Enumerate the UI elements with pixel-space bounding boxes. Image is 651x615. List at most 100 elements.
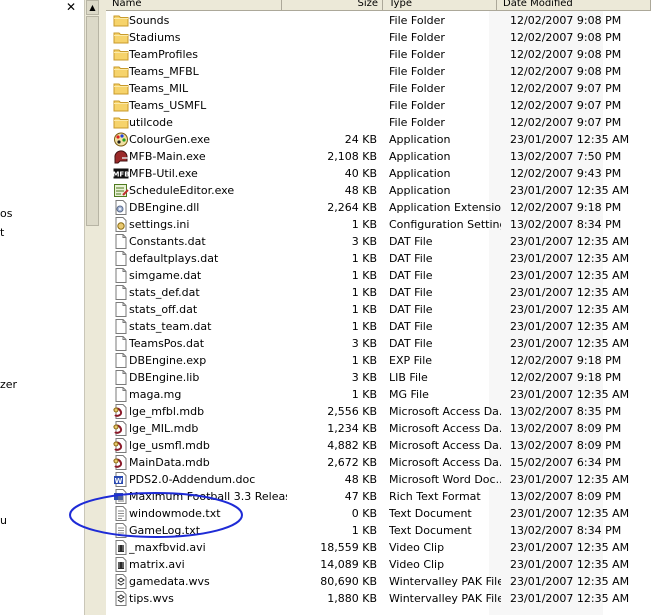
file-row[interactable]: DBEngine.dll 2,264 KB Application Extensio…	[106, 199, 651, 216]
column-header-name[interactable]: Name	[106, 0, 282, 10]
tree-item-fragment[interactable]: u	[0, 514, 7, 527]
tree-item-fragment[interactable]: os	[0, 207, 12, 220]
file-name[interactable]: Constants.dat	[129, 233, 287, 250]
file-name[interactable]: DBEngine.dll	[129, 199, 287, 216]
file-row[interactable]: GameLog.txt 1 KB Text Document 13/02/2007 8…	[106, 522, 651, 539]
file-row[interactable]: utilcode File Folder 12/02/2007 9:07 PM	[106, 114, 651, 131]
file-row[interactable]: DBEngine.exp 1 KB EXP File 12/02/2007 9:18 …	[106, 352, 651, 369]
file-name[interactable]: PDS2.0-Addendum.doc	[129, 471, 287, 488]
tree-item-fragment[interactable]: zer	[0, 378, 17, 391]
access-db-icon	[113, 438, 129, 453]
file-name[interactable]: settings.ini	[129, 216, 287, 233]
file-name[interactable]: TeamProfiles	[129, 46, 287, 63]
file-row[interactable]: Maximum Football 3.3 Release... 47 KB Rich…	[106, 488, 651, 505]
file-row[interactable]: gamedata.wvs 80,690 KB Wintervalley PAK Fi…	[106, 573, 651, 590]
tree-item-fragment[interactable]: t	[0, 226, 4, 239]
file-row[interactable]: TeamProfiles File Folder 12/02/2007 9:08 P…	[106, 46, 651, 63]
file-name[interactable]: defaultplays.dat	[129, 250, 287, 267]
mfb-app-icon: MFB	[113, 166, 129, 181]
file-type: Text Document	[389, 524, 472, 537]
file-row[interactable]: lge_mfbl.mdb 2,556 KB Microsoft Access Da.…	[106, 403, 651, 420]
file-name[interactable]: Sounds	[129, 12, 287, 29]
file-name[interactable]: tips.wvs	[129, 590, 287, 607]
file-name[interactable]: GameLog.txt	[129, 522, 287, 539]
file-row[interactable]: MainData.mdb 2,672 KB Microsoft Access Da.…	[106, 454, 651, 471]
file-row[interactable]: stats_team.dat 1 KB DAT File 23/01/2007 12:…	[106, 318, 651, 335]
file-row[interactable]: matrix.avi 14,089 KB Video Clip 23/01/2007 …	[106, 556, 651, 573]
file-size: 4,882 KB	[327, 439, 377, 452]
file-name[interactable]: Stadiums	[129, 29, 287, 46]
file-name[interactable]: MainData.mdb	[129, 454, 287, 471]
file-row[interactable]: defaultplays.dat 1 KB DAT File 23/01/2007 1…	[106, 250, 651, 267]
file-row[interactable]: Constants.dat 3 KB DAT File 23/01/2007 12:3…	[106, 233, 651, 250]
file-name[interactable]: TeamsPos.dat	[129, 335, 287, 352]
file-row[interactable]: W PDS2.0-Addendum.doc 48 KB Microsoft Word …	[106, 471, 651, 488]
file-name[interactable]: simgame.dat	[129, 267, 287, 284]
file-row[interactable]: MFB MFB-Util.exe 40 KB Application 12/02/200…	[106, 165, 651, 182]
file-size: 1 KB	[351, 269, 377, 282]
file-row[interactable]: Sounds File Folder 12/02/2007 9:08 PM	[106, 12, 651, 29]
file-date-modified: 15/02/2007 6:34 PM	[510, 456, 622, 469]
file-name[interactable]: Teams_MIL	[129, 80, 287, 97]
folder-tree-scrollbar[interactable]: ▲	[84, 0, 100, 615]
file-name[interactable]: lge_usmfl.mdb	[129, 437, 287, 454]
file-name[interactable]: MFB-Util.exe	[129, 165, 287, 182]
folder-icon	[113, 64, 129, 79]
file-row[interactable]: _maxfbvid.avi 18,559 KB Video Clip 23/01/20…	[106, 539, 651, 556]
file-name[interactable]: ColourGen.exe	[129, 131, 287, 148]
file-name[interactable]: gamedata.wvs	[129, 573, 287, 590]
file-row[interactable]: Teams_MFBL File Folder 12/02/2007 9:08 PM	[106, 63, 651, 80]
file-type: MG File	[389, 388, 429, 401]
file-size: 1,234 KB	[327, 422, 377, 435]
column-header-size[interactable]: Size	[282, 0, 383, 10]
file-type: Microsoft Access Da...	[389, 456, 501, 469]
file-row[interactable]: Teams_MIL File Folder 12/02/2007 9:07 PM	[106, 80, 651, 97]
file-name[interactable]: Teams_MFBL	[129, 63, 287, 80]
close-icon[interactable]: ✕	[66, 0, 76, 14]
file-row[interactable]: Stadiums File Folder 12/02/2007 9:08 PM	[106, 29, 651, 46]
file-row[interactable]: ColourGen.exe 24 KB Application 23/01/2007 …	[106, 131, 651, 148]
file-name[interactable]: stats_off.dat	[129, 301, 287, 318]
scrollbar-thumb[interactable]	[86, 16, 99, 226]
file-name[interactable]: utilcode	[129, 114, 287, 131]
file-name[interactable]: stats_team.dat	[129, 318, 287, 335]
file-name[interactable]: DBEngine.lib	[129, 369, 287, 386]
file-type: File Folder	[389, 82, 445, 95]
file-type: LIB File	[389, 371, 428, 384]
file-row[interactable]: stats_def.dat 1 KB DAT File 23/01/2007 12:3…	[106, 284, 651, 301]
file-size: 3 KB	[351, 371, 377, 384]
file-list[interactable]: Name Size Type Date Modified Sounds File …	[106, 0, 651, 615]
file-date-modified: 13/02/2007 8:09 PM	[510, 490, 622, 503]
file-type: EXP File	[389, 354, 433, 367]
file-row[interactable]: MFB-Main.exe 2,108 KB Application 13/02/200…	[106, 148, 651, 165]
file-name[interactable]: Teams_USMFL	[129, 97, 287, 114]
scroll-up-arrow-icon[interactable]: ▲	[86, 0, 99, 15]
file-name[interactable]: ScheduleEditor.exe	[129, 182, 287, 199]
file-row[interactable]: maga.mg 1 KB MG File 23/01/2007 12:35 AM	[106, 386, 651, 403]
file-row[interactable]: lge_MIL.mdb 1,234 KB Microsoft Access Da..…	[106, 420, 651, 437]
file-name[interactable]: _maxfbvid.avi	[129, 539, 287, 556]
file-row[interactable]: stats_off.dat 1 KB DAT File 23/01/2007 12:3…	[106, 301, 651, 318]
file-name[interactable]: DBEngine.exp	[129, 352, 287, 369]
file-name[interactable]: matrix.avi	[129, 556, 287, 573]
file-row[interactable]: windowmode.txt 0 KB Text Document 23/01/200…	[106, 505, 651, 522]
file-name[interactable]: windowmode.txt	[129, 505, 287, 522]
file-row[interactable]: Teams_USMFL File Folder 12/02/2007 9:07 PM	[106, 97, 651, 114]
file-name[interactable]: MFB-Main.exe	[129, 148, 287, 165]
file-row[interactable]: simgame.dat 1 KB DAT File 23/01/2007 12:35 …	[106, 267, 651, 284]
file-name[interactable]: maga.mg	[129, 386, 287, 403]
file-row[interactable]: ScheduleEditor.exe 48 KB Application 23/01/…	[106, 182, 651, 199]
file-date-modified: 23/01/2007 12:35 AM	[510, 541, 630, 554]
file-row[interactable]: settings.ini 1 KB Configuration Settings 13…	[106, 216, 651, 233]
file-row[interactable]: lge_usmfl.mdb 4,882 KB Microsoft Access Da…	[106, 437, 651, 454]
file-name[interactable]: Maximum Football 3.3 Release...	[129, 488, 287, 505]
file-row[interactable]: tips.wvs 1,880 KB Wintervalley PAK File 23/…	[106, 590, 651, 607]
file-name[interactable]: lge_MIL.mdb	[129, 420, 287, 437]
file-name[interactable]: lge_mfbl.mdb	[129, 403, 287, 420]
file-name[interactable]: stats_def.dat	[129, 284, 287, 301]
column-header-type[interactable]: Type	[383, 0, 497, 10]
column-header-date-modified[interactable]: Date Modified	[497, 0, 651, 10]
file-row[interactable]: TeamsPos.dat 3 KB DAT File 23/01/2007 12:35…	[106, 335, 651, 352]
file-type: Application	[389, 167, 451, 180]
file-row[interactable]: DBEngine.lib 3 KB LIB File 12/02/2007 9:18 …	[106, 369, 651, 386]
